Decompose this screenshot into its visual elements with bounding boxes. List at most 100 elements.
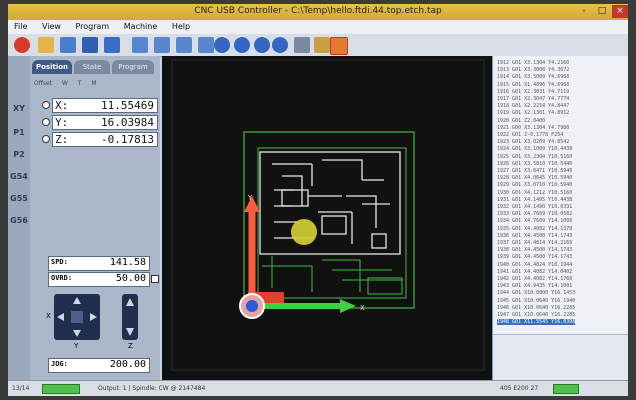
right-progress-bar [553,384,579,394]
ruler-label-g54[interactable]: G54 [10,172,28,181]
gcode-line[interactable]: 1913 G01 X3.3008 Y4.3672 [497,67,569,73]
tab-program[interactable]: Program [112,60,154,74]
jog-z-label: Z [128,342,133,350]
option-t[interactable]: T [78,80,82,87]
gcode-line[interactable]: 1945 G01 X10.0640 Y16.1940 [497,298,575,304]
gcode-line[interactable]: 1918 G01 X2.2214 Y4.8447 [497,103,569,109]
ruler-label-g55[interactable]: G55 [10,194,28,203]
plugin-icon[interactable] [330,37,348,55]
zoom-in-icon[interactable] [214,37,230,53]
settings-icon[interactable] [314,37,330,53]
gcode-line[interactable]: 1915 G01 X1.4896 Y4.6968 [497,82,569,88]
tab-state[interactable]: State [74,60,110,74]
jog-z-arrows-icon [126,298,134,336]
y-radio[interactable] [42,118,50,126]
gcode-line[interactable]: 1919 G01 X2.1301 Y4.8912 [497,110,569,116]
gcode-line[interactable]: 1946 G01 X10.0640 Y16.2285 [497,305,575,311]
zoom-fit-icon[interactable] [254,37,270,53]
menu-file[interactable]: File [8,20,33,31]
menu-program[interactable]: Program [69,20,115,31]
step-icon[interactable] [82,37,98,53]
gcode-line[interactable]: 1926 G01 X3.5810 Y10.5440 [497,161,572,167]
view-side-icon[interactable] [154,37,170,53]
gcode-line[interactable]: 1916 G01 X2.3831 Y4.7119 [497,89,569,95]
menu-help[interactable]: Help [166,20,196,31]
play-icon[interactable] [60,37,76,53]
open-folder-icon[interactable] [38,37,54,53]
menu-view[interactable]: View [36,20,67,31]
ovrd-label: OVRD: [51,274,73,282]
ruler-label-xy[interactable]: XY [10,104,28,113]
gcode-line[interactable]: 1924 G01 X3.1009 Y10.4438 [497,146,572,152]
gcode-line[interactable]: 1944 G01 X10.0800 Y16.1453 [497,290,575,296]
gcode-line[interactable]: 1942 G01 X4.4082 Y14.1760 [497,276,572,282]
gcode-line[interactable]: 1938 G01 X4.4500 Y14.1743 [497,247,572,253]
jog-speed-field[interactable]: JOG: 200.00 [48,358,150,373]
ruler-label-p2[interactable]: P2 [10,150,28,159]
gcode-line[interactable]: 1933 G01 X4.7609 Y10.0582 [497,211,572,217]
gcode-line[interactable]: 1927 G01 X3.6471 Y10.5940 [497,168,572,174]
maximize-button[interactable]: □ [594,5,610,18]
z-jog-pad[interactable] [122,294,138,340]
gcode-line[interactable]: 1939 G01 X4.4500 Y14.1743 [497,254,572,260]
view-front-icon[interactable] [132,37,148,53]
gcode-line[interactable]: 1928 G01 X4.0645 Y10.5940 [497,175,572,181]
tab-position[interactable]: Position [32,60,72,74]
title-bar: CNC USB Controller - C:\Temp\hello.ftdi.… [8,4,628,20]
progress-bar [42,384,80,394]
override-checkbox[interactable] [151,275,159,283]
gcode-line[interactable]: 1947 G01 X10.0640 Y16.2285 [497,312,575,318]
z-radio[interactable] [42,135,50,143]
gcode-footer [493,334,628,381]
gcode-line[interactable]: 1921 G00 X3.1304 Y4.7980 [497,125,569,131]
jog-label: JOG: [51,360,68,368]
gcode-line[interactable]: 1930 G01 X4.1212 Y10.5160 [497,190,572,196]
zoom-out-icon[interactable] [234,37,250,53]
status-bar: 13/14 Output: 1 | Spindle: CW @ 2147484 … [8,380,628,396]
ruler-label-g56[interactable]: G56 [10,216,28,225]
view-iso-icon[interactable] [198,37,214,53]
view-top-icon[interactable] [176,37,192,53]
z-axis-label: Z: [55,133,69,146]
gcode-line[interactable]: 1912 G01 X3.1304 Y4.2160 [497,60,569,66]
gcode-line[interactable]: 1925 G01 X3.2304 Y10.5160 [497,154,572,160]
gcode-line[interactable]: 1948 G01 X11.5545 Y16.0398 [497,319,576,326]
minimize-button[interactable]: - [576,5,592,18]
gcode-line[interactable]: 1943 G01 X4.9435 Y14.1001 [497,283,572,289]
gcode-line[interactable]: 1929 G01 X3.0710 Y10.5940 [497,182,572,188]
gcode-line[interactable]: 1922 G01 Z-0.1778 F254 [497,132,563,138]
gcode-line[interactable]: 1931 G01 X4.1495 Y10.4438 [497,197,572,203]
gcode-line[interactable]: 1923 G01 X3.0209 Y4.8542 [497,139,569,145]
zoom-extents-icon[interactable] [272,37,288,53]
gcode-line[interactable]: 1917 G01 X2.3047 Y4.7774 [497,96,569,102]
option-m[interactable]: M [91,80,96,87]
gcode-line[interactable]: 1941 G01 X4.4082 Y14.0402 [497,269,572,275]
gcode-line[interactable]: 1935 G01 X4.4082 Y14.1378 [497,226,572,232]
x-radio[interactable] [42,101,50,109]
x-axis-label: X [360,304,365,312]
output-status: Output: 1 | Spindle: CW @ 2147484 [98,385,206,392]
xy-jog-pad[interactable] [54,294,100,340]
pause-icon[interactable] [104,37,120,53]
gcode-line[interactable]: 1914 G01 X3.5009 Y4.6968 [497,74,569,80]
toolpath-drawing: Y X [171,59,485,371]
gcode-line[interactable]: 1940 G01 X4.4824 Y10.1944 [497,262,572,268]
menu-machine[interactable]: Machine [118,20,164,31]
x-axis-label: X: [55,99,69,112]
ruler-label-p1[interactable]: P1 [10,128,28,137]
option-w[interactable]: W [62,80,68,87]
stop-icon[interactable] [14,37,30,53]
gcode-line[interactable]: 1932 G01 X4.1490 Y10.0331 [497,204,572,210]
jog-value: 200.00 [109,359,146,370]
option-offset[interactable]: Offset [34,80,52,87]
close-button[interactable]: × [612,5,628,18]
override-field[interactable]: OVRD: 50.00 [48,272,150,287]
gcode-line[interactable]: 1920 G01 Z2.0400 [497,118,545,124]
tool-icon[interactable] [294,37,310,53]
gcode-line[interactable]: 1934 G01 X4.7609 Y14.1009 [497,218,572,224]
z-position-value: -0.17813 [101,133,154,146]
gcode-line[interactable]: 1937 G01 X4.4814 Y14.2166 [497,240,572,246]
gcode-line[interactable]: 1936 G01 X4.4500 Y14.1743 [497,233,572,239]
toolpath-view[interactable]: Y X [162,56,492,380]
gcode-listing[interactable]: 1912 G01 X3.1304 Y4.2160 1913 G01 X3.3008… [492,56,628,381]
